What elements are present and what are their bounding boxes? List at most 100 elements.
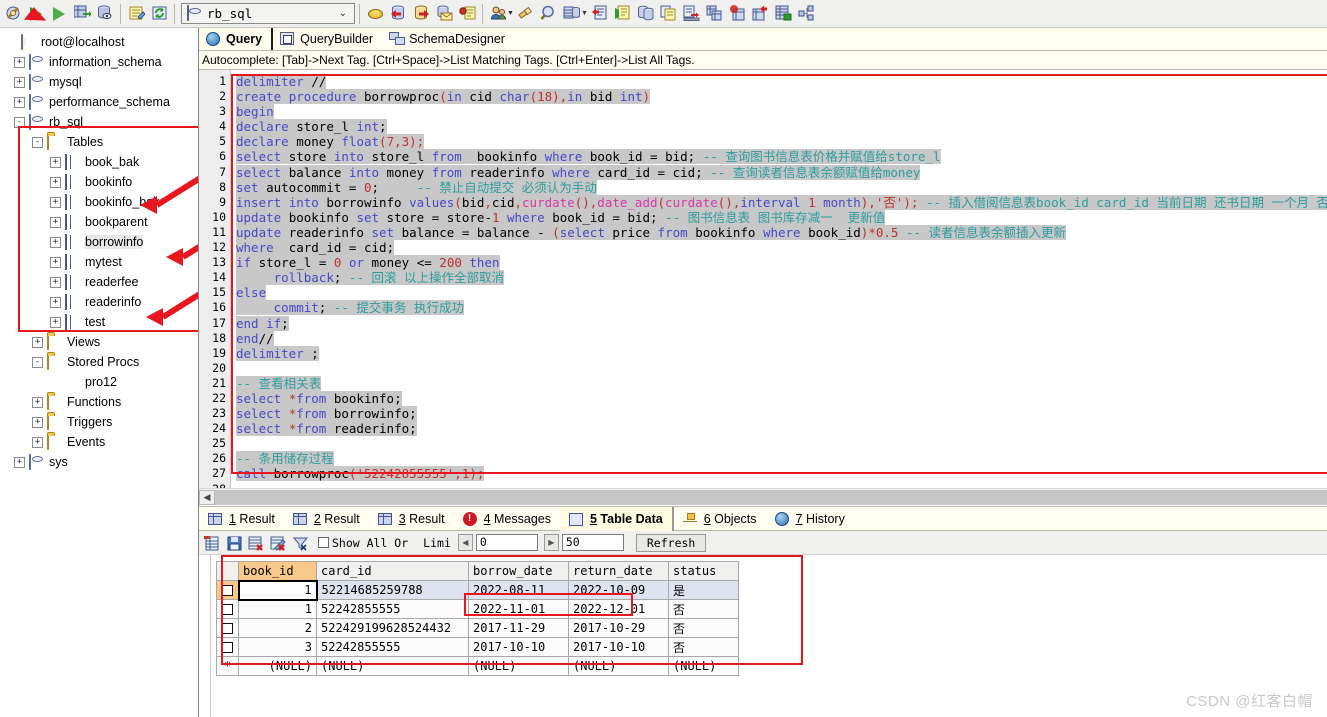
grid-cell-return_date[interactable]: 2022-12-01 [568, 599, 669, 619]
row-checkbox[interactable] [222, 604, 233, 615]
grid-cell-return_date[interactable]: 2017-10-10 [568, 637, 669, 657]
grid-row[interactable]: * (NULL) (NULL) (NULL) (NULL) (NULL) [216, 656, 739, 676]
tree-node-book-bak[interactable]: + book_bak [0, 152, 198, 172]
grid-cell-book_id[interactable]: 1 [237, 579, 318, 601]
code-line[interactable]: select *from borrowinfo; [236, 406, 1327, 422]
sql-editor-panel[interactable]: 1 2 3 4 5 6 7 8 9 10 11 12 13 14 15 16 17 18 19 20 21 22 23 24 2… [199, 69, 1327, 506]
grid-row[interactable]: 1 52242855555 2022-11-01 2022-12-01 否 [216, 599, 739, 619]
expand-icon[interactable]: + [50, 276, 61, 288]
grid-column-header-book_id[interactable]: book_id [238, 561, 317, 581]
code-line[interactable]: if store_l = 0 or money <= 200 then [236, 255, 1327, 271]
diagram-icon[interactable] [796, 3, 818, 25]
tree-node-performance-schema[interactable]: + performance_schema [0, 92, 198, 112]
grid-cell-card_id[interactable]: 52242855555 [316, 637, 469, 657]
grid-cell-book_id[interactable]: 1 [238, 599, 317, 619]
expand-icon[interactable]: + [32, 336, 43, 348]
code-line[interactable]: declare store_l int; [236, 119, 1327, 135]
copy-icon[interactable] [658, 3, 680, 25]
expand-icon[interactable]: + [50, 196, 61, 208]
tree-node-borrowinfo[interactable]: + borrowinfo [0, 232, 198, 252]
restore-db-icon[interactable] [410, 3, 432, 25]
tree-node-functions[interactable]: + Functions [0, 392, 198, 412]
grid-column-header-status[interactable]: status [668, 561, 739, 581]
code-line[interactable]: set autocommit = 0; -- 禁止自动提交 必须认为手动 [236, 179, 1327, 195]
execute-to-grid-button[interactable] [71, 3, 93, 25]
grid-column-header-card_id[interactable]: card_id [316, 561, 469, 581]
grid-cell-borrow_date[interactable]: 2017-10-10 [468, 637, 569, 657]
row-checkbox[interactable] [222, 623, 233, 634]
tab-querybuilder[interactable]: QueryBuilder [273, 28, 382, 50]
table-green-icon[interactable] [773, 3, 795, 25]
cancel-edit-icon[interactable] [269, 534, 288, 552]
table-sync-icon[interactable] [727, 3, 749, 25]
sql-editor[interactable]: 1 2 3 4 5 6 7 8 9 10 11 12 13 14 15 16 17 18 19 20 21 22 23 24 2… [199, 70, 1327, 488]
expand-icon[interactable]: + [50, 236, 61, 248]
grid-column-header-borrow_date[interactable]: borrow_date [468, 561, 569, 581]
export-icon[interactable] [612, 3, 634, 25]
code-line[interactable] [236, 361, 1327, 376]
tree-node-bookinfo-bak[interactable]: + bookinfo_bak [0, 192, 198, 212]
mail-db-icon[interactable] [433, 3, 455, 25]
execute-button[interactable] [25, 3, 47, 25]
collapse-icon[interactable]: - [32, 136, 43, 148]
filter-icon[interactable] [291, 534, 310, 552]
tree-node-mysql[interactable]: + mysql [0, 72, 198, 92]
code-line[interactable]: update bookinfo set store = store-1 wher… [236, 209, 1327, 225]
tree-node-information-schema[interactable]: + information_schema [0, 52, 198, 72]
code-line[interactable]: select store into store_l from bookinfo … [236, 149, 1327, 165]
table-view-icon[interactable] [561, 3, 583, 25]
table-dup-icon[interactable] [704, 3, 726, 25]
grid-column-header-return_date[interactable]: return_date [568, 561, 669, 581]
code-line[interactable]: insert into borrowinfo values(bid,cid,cu… [236, 194, 1327, 210]
connection-manager-icon[interactable] [2, 3, 24, 25]
execute-current-button[interactable] [48, 3, 70, 25]
code-line[interactable]: end if; [236, 315, 1327, 331]
code-line[interactable]: else [236, 285, 1327, 301]
grid-row-selector[interactable] [216, 599, 239, 619]
tree-node-test[interactable]: + test [0, 312, 198, 332]
delete-record-icon[interactable] [247, 534, 266, 552]
grid-cell-borrow_date[interactable]: (NULL) [468, 656, 569, 676]
user-manager-icon[interactable] [487, 3, 509, 25]
grid-row-selector[interactable] [216, 618, 239, 638]
result-tab-result[interactable]: 1 Result [199, 507, 284, 531]
table-data-grid-panel[interactable]: book_id card_id borrow_date return_date stat… [199, 555, 1327, 717]
grid-cell-card_id[interactable]: 52242855555 [316, 599, 469, 619]
expand-icon[interactable]: + [50, 316, 61, 328]
expand-icon[interactable]: + [14, 76, 25, 88]
tree-node-stored-procs[interactable]: - Stored Procs [0, 352, 198, 372]
save-data-icon[interactable] [225, 534, 244, 552]
offset-next-button[interactable]: ▶ [543, 534, 559, 551]
grid-row[interactable]: 1 52214685259788 2022-08-11 2022-10-09 是 [216, 579, 739, 601]
grid-row[interactable]: 2 522429199628524432 2017-11-29 2017-10-29 否 [216, 618, 739, 638]
tree-node-bookparent[interactable]: + bookparent [0, 212, 198, 232]
expand-icon[interactable]: + [32, 436, 43, 448]
object-browser-tree[interactable]: root@localhost + information_schema + mysql +… [0, 28, 199, 717]
show-all-checkbox[interactable] [318, 537, 329, 548]
new-query-icon[interactable] [125, 3, 147, 25]
result-tab-messages[interactable]: ! 4 Messages [454, 507, 560, 531]
result-tab-result[interactable]: 2 Result [284, 507, 369, 531]
sql-code-area[interactable]: delimiter //create procedure borrowproc(… [231, 70, 1327, 488]
find-icon[interactable] [538, 3, 560, 25]
code-line[interactable]: select balance into money from readerinf… [236, 164, 1327, 180]
row-checkbox[interactable] [221, 585, 233, 596]
code-line[interactable]: begin [236, 104, 1327, 120]
code-line[interactable]: select *from readerinfo; [236, 421, 1327, 437]
offset-prev-button[interactable]: ◀ [457, 534, 473, 551]
code-line[interactable]: where card_id = cid; [236, 240, 1327, 256]
grid-cell-borrow_date[interactable]: 2017-11-29 [468, 618, 569, 638]
expand-icon[interactable]: + [50, 156, 61, 168]
scroll-track[interactable] [215, 489, 1327, 505]
import-icon[interactable] [589, 3, 611, 25]
tree-node-rb-sql[interactable]: - rb_sql [0, 112, 198, 132]
tree-node-events[interactable]: + Events [0, 432, 198, 452]
tree-node-root-localhost[interactable]: root@localhost [0, 32, 198, 52]
tab-query[interactable]: Query [199, 28, 274, 50]
code-line[interactable]: declare money float(7,3); [236, 134, 1327, 150]
tree-node-mytest[interactable]: + mytest [0, 252, 198, 272]
grid-cell-card_id[interactable]: 522429199628524432 [316, 618, 469, 638]
expand-icon[interactable]: + [50, 296, 61, 308]
grid-cell-status[interactable]: 是 [668, 580, 739, 600]
offset-input[interactable]: 0 [475, 534, 538, 551]
